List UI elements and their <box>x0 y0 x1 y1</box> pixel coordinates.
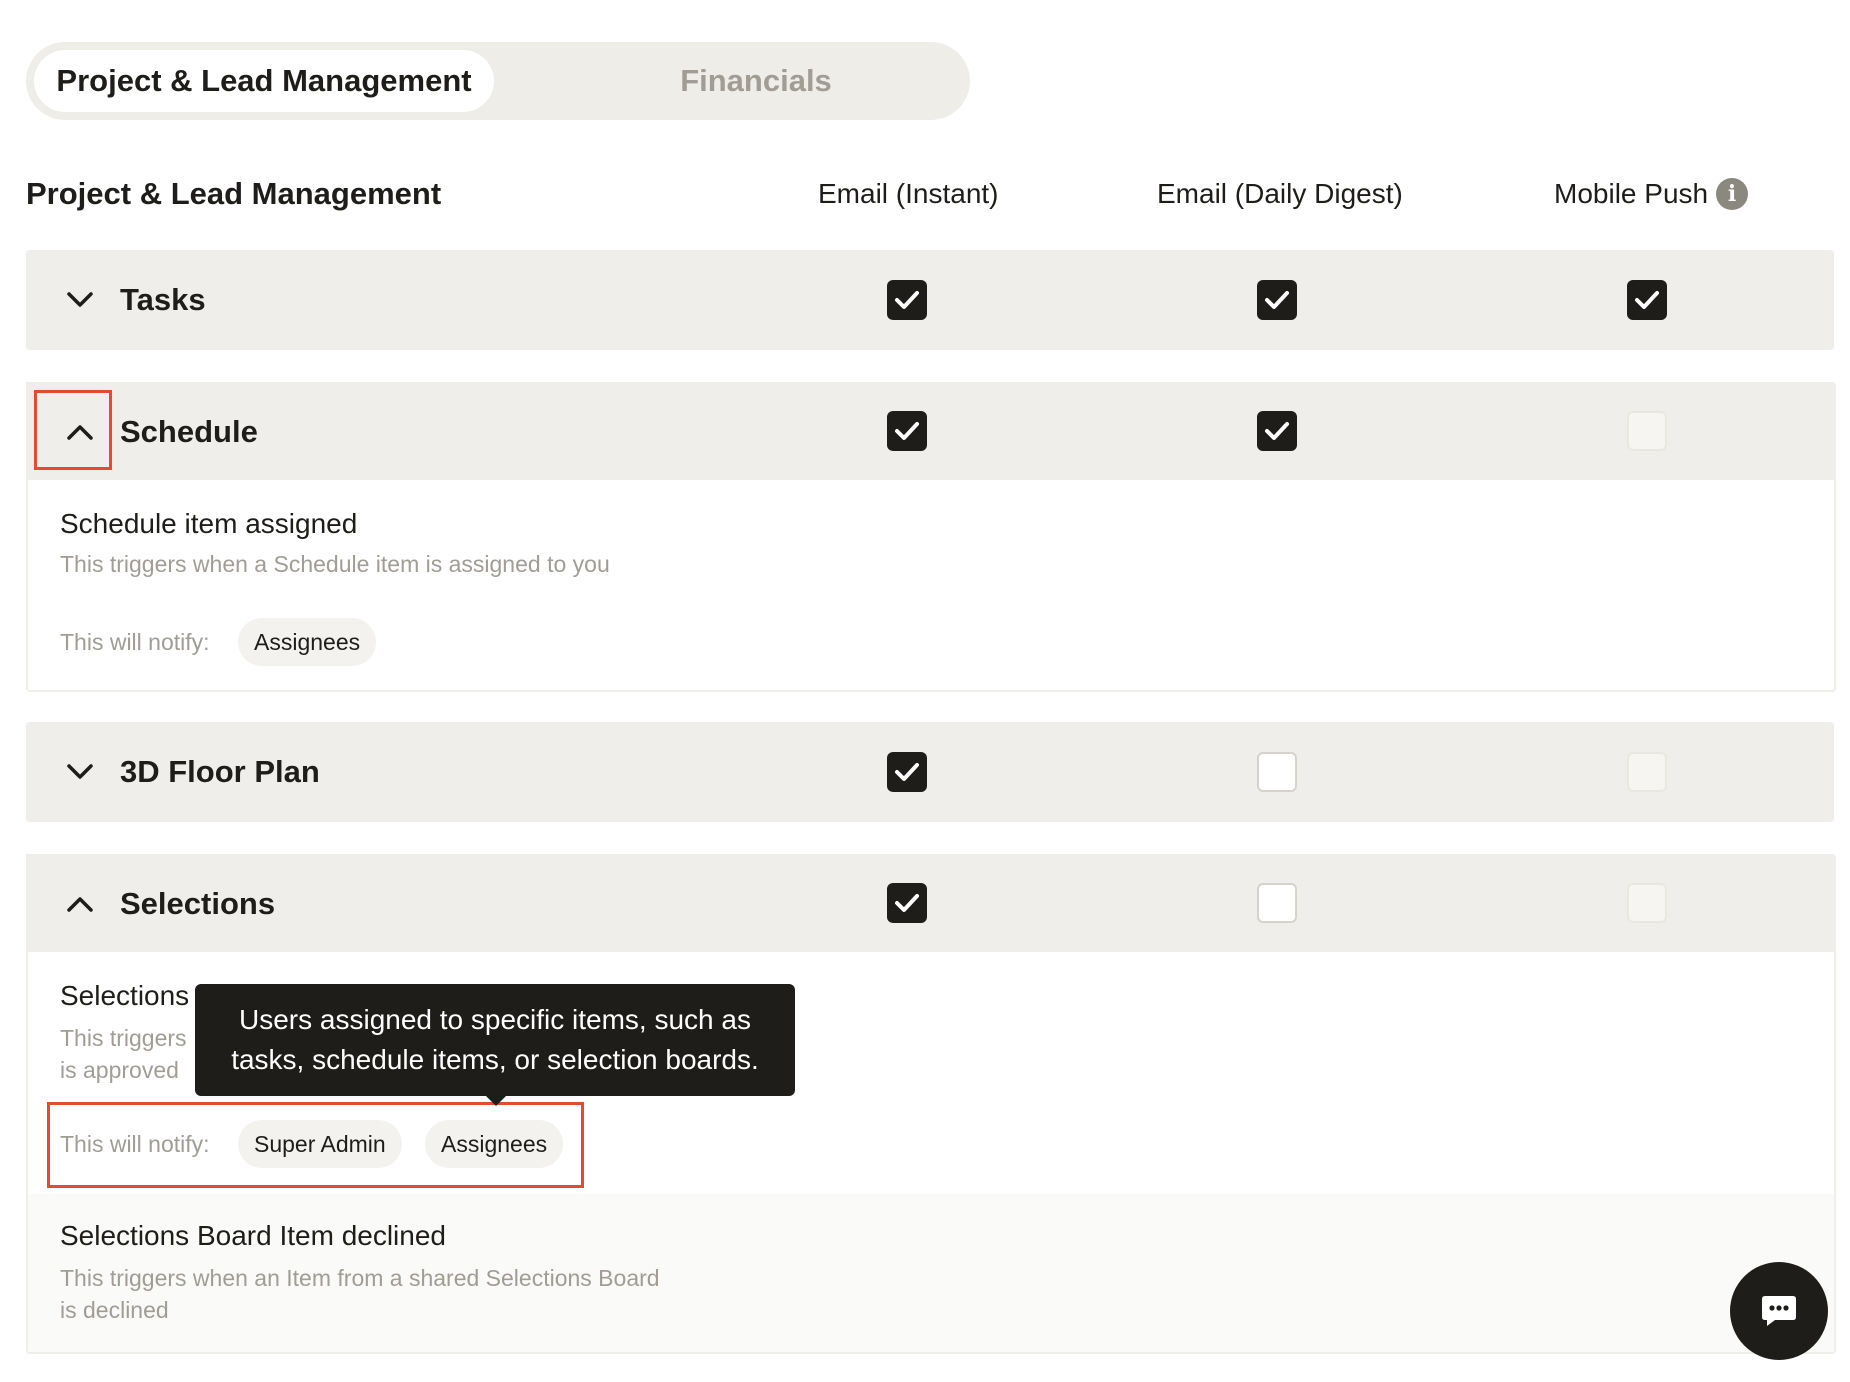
check-icon <box>1265 422 1289 440</box>
item-title: Selections Board Item declined <box>60 1220 446 1251</box>
checkbox-email-digest[interactable] <box>1257 752 1297 792</box>
tooltip-line: tasks, schedule items, or selection boar… <box>231 1044 759 1075</box>
highlight-box <box>34 390 112 470</box>
item-description: This triggers when an Item from a shared… <box>60 1265 660 1291</box>
notify-label: This will notify: <box>60 629 210 655</box>
chat-icon <box>1762 1296 1796 1326</box>
column-header-email-instant: Email (Instant) <box>818 178 999 209</box>
category-row-selections: Selections <box>26 854 1834 952</box>
item-description: This triggers <box>60 1025 187 1051</box>
column-header-mobile-push: Mobile Push i <box>1554 170 1749 218</box>
checkbox-email-instant[interactable] <box>887 411 927 451</box>
item-title: Schedule item assigned <box>60 508 358 539</box>
tab-label: Project & Lead Management <box>56 63 472 98</box>
check-icon <box>1635 291 1659 309</box>
tab-project-lead-management[interactable]: Project & Lead Management <box>34 50 494 112</box>
info-icon[interactable]: i <box>1716 177 1749 210</box>
recipient-chip[interactable]: Assignees <box>238 618 377 666</box>
tooltip-arrow <box>484 1094 508 1106</box>
checkbox-mobile-push[interactable] <box>1627 411 1667 451</box>
check-icon <box>895 291 919 309</box>
column-header-label: Mobile Push <box>1554 178 1709 209</box>
category-row-3d-floor-plan: 3D Floor Plan <box>26 722 1834 822</box>
checkbox-email-instant[interactable] <box>887 883 927 923</box>
section-title: Project & Lead Management <box>26 176 442 211</box>
checkbox-email-digest[interactable] <box>1257 883 1297 923</box>
checkbox-email-instant[interactable] <box>887 280 927 320</box>
checkbox-email-digest[interactable] <box>1257 411 1297 451</box>
chevron-down-icon[interactable] <box>56 276 104 324</box>
check-icon <box>895 422 919 440</box>
chat-button[interactable] <box>1730 1262 1828 1360</box>
category-label: Schedule <box>120 414 258 449</box>
tab-financials[interactable]: Financials <box>536 50 976 112</box>
checkbox-email-digest[interactable] <box>1257 280 1297 320</box>
tooltip-line: Users assigned to specific items, such a… <box>239 1004 751 1035</box>
category-label: Tasks <box>120 282 206 317</box>
highlight-box <box>47 1102 584 1188</box>
item-description: is declined <box>60 1297 169 1323</box>
category-row-schedule: Schedule <box>26 382 1834 480</box>
tooltip: Users assigned to specific items, such a… <box>195 984 795 1096</box>
category-row-tasks: Tasks <box>26 250 1834 350</box>
category-block-schedule: Schedule Schedule item assigned This tri… <box>26 382 1836 692</box>
check-icon <box>895 894 919 912</box>
check-icon <box>895 763 919 781</box>
item-description: This triggers when a Schedule item is as… <box>60 551 610 577</box>
category-label: 3D Floor Plan <box>120 754 320 789</box>
column-header-email-digest: Email (Daily Digest) <box>1157 178 1403 209</box>
checkbox-mobile-push[interactable] <box>1627 752 1667 792</box>
tab-label: Financials <box>680 63 832 98</box>
category-label: Selections <box>120 886 276 921</box>
item-title: Selections <box>60 980 190 1011</box>
checkbox-mobile-push[interactable] <box>1627 280 1667 320</box>
checkbox-email-instant[interactable] <box>887 752 927 792</box>
checkbox-mobile-push[interactable] <box>1627 883 1667 923</box>
chevron-up-icon[interactable] <box>56 880 104 928</box>
check-icon <box>1265 291 1289 309</box>
item-description: is approved <box>60 1057 179 1083</box>
tab-switcher: Project & Lead Management Financials <box>26 42 970 120</box>
chevron-down-icon[interactable] <box>56 748 104 796</box>
